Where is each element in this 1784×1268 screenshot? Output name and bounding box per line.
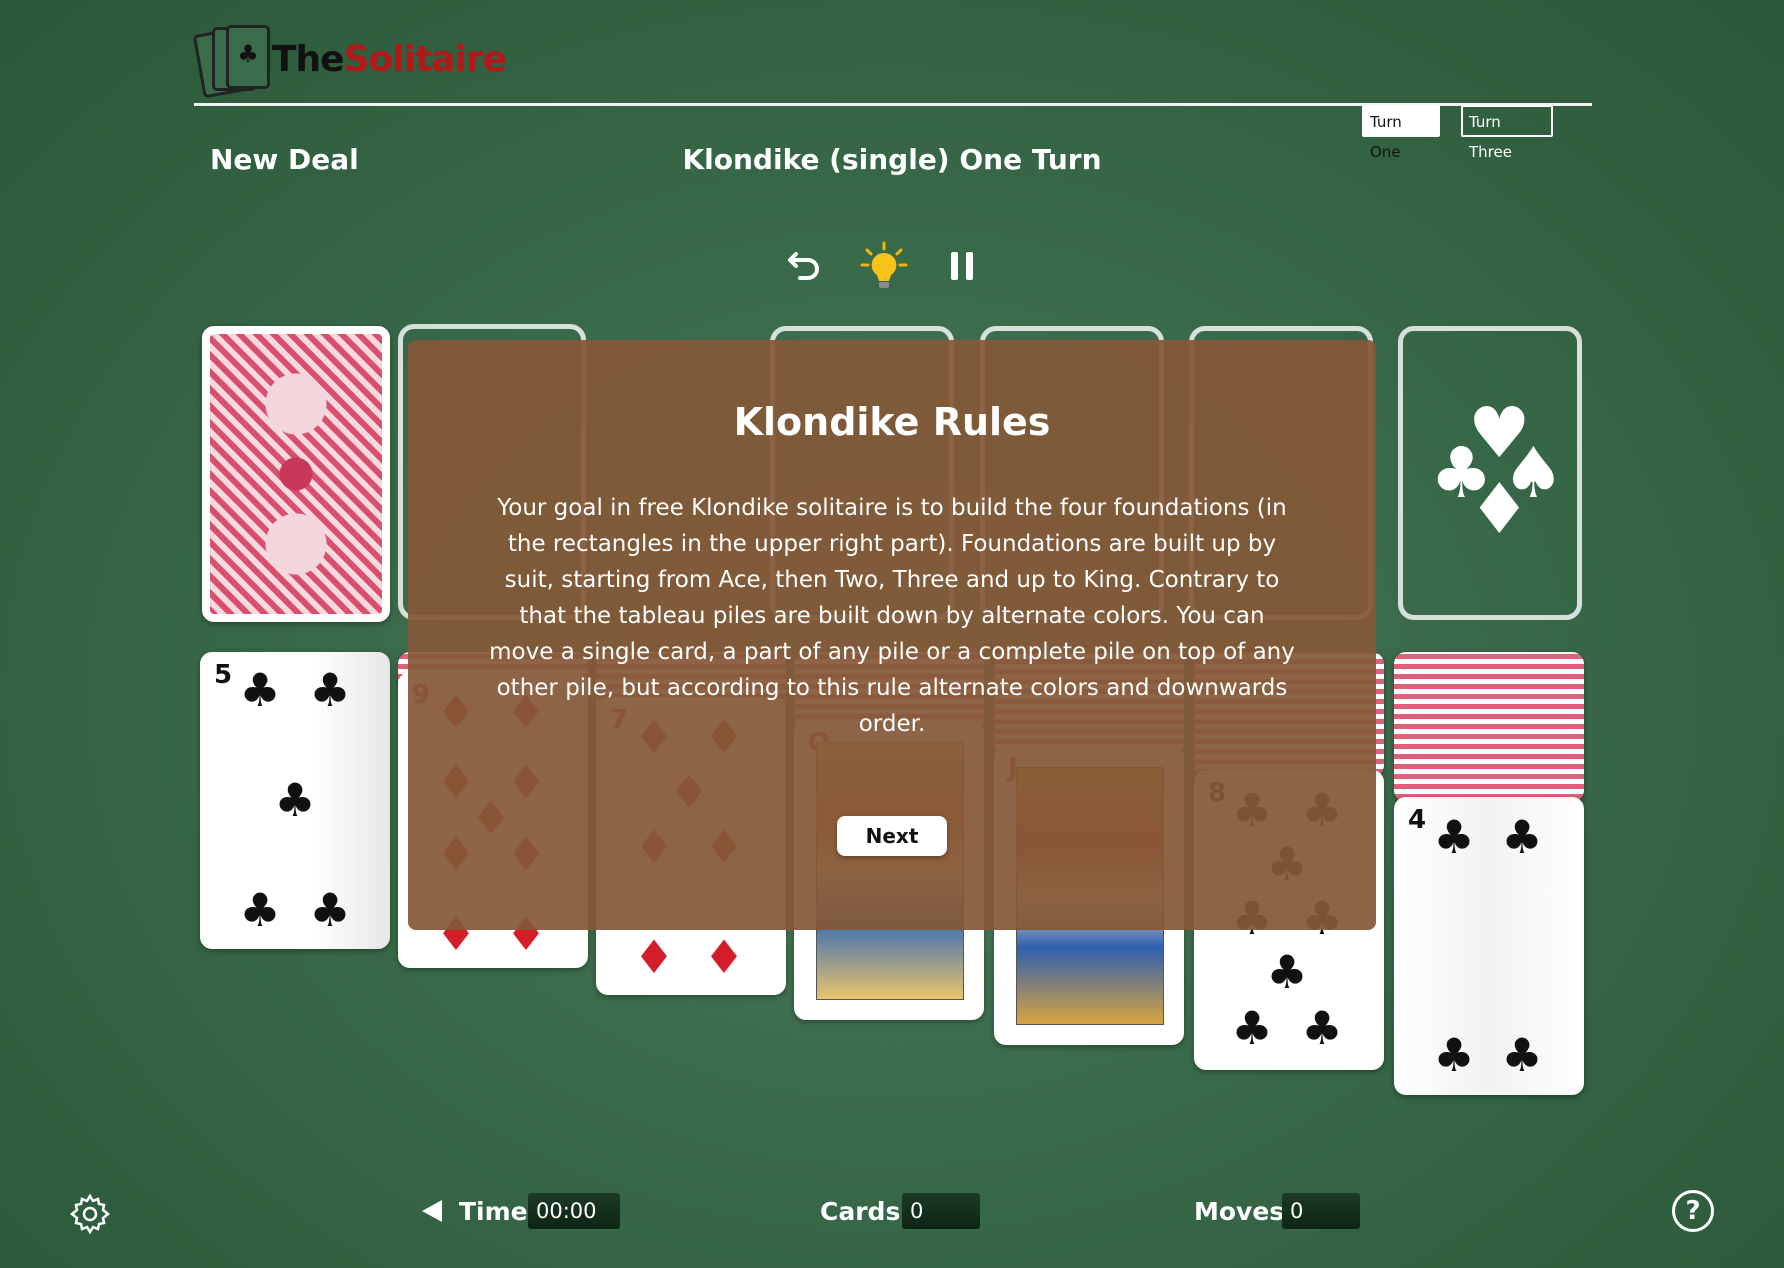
modal-body: Your goal in free Klondike solitaire is …	[489, 495, 1295, 737]
rules-modal: Klondike Rules Your goal in free Klondik…	[408, 340, 1376, 930]
cards-label: Cards:	[820, 1197, 911, 1226]
moves-value: 0	[1282, 1193, 1360, 1229]
lightbulb-icon	[860, 241, 908, 288]
new-deal-button[interactable]: New Deal	[210, 143, 359, 176]
time-value: 00:00	[528, 1193, 620, 1229]
card-rank: 4	[1408, 805, 1427, 835]
pause-button[interactable]	[936, 240, 988, 292]
settings-button[interactable]	[68, 1192, 112, 1236]
cards-value: 0	[902, 1193, 980, 1229]
card-rank: 5	[214, 660, 233, 690]
turn-one-button[interactable]: Turn One	[1362, 105, 1440, 161]
turn-three-button[interactable]: Turn Three	[1461, 105, 1553, 161]
logo-text-solitaire: Solitaire	[343, 38, 507, 80]
tableau-pile-7-card[interactable]: 4 ♣ ♣ ♣ ♣	[1394, 797, 1584, 1095]
help-icon[interactable]: ?	[1672, 1190, 1714, 1232]
logo-text-the: The	[272, 38, 345, 80]
modal-title: Klondike Rules	[733, 400, 1051, 444]
moves-label: Moves:	[1194, 1197, 1295, 1226]
collapse-stats-icon[interactable]	[422, 1200, 442, 1222]
undo-icon	[788, 252, 819, 280]
hint-button[interactable]	[858, 240, 910, 292]
time-label: Time:	[459, 1197, 538, 1226]
logo[interactable]: ♣ TheSolitaire	[192, 24, 507, 99]
foundation-pile-4[interactable]: ♥ ♣ ♠ ♦	[1398, 326, 1582, 620]
pause-icon	[951, 252, 973, 280]
gear-icon	[69, 1193, 111, 1235]
tableau-pile-1-card[interactable]: 5 ♣ ♣ ♣ ♣ ♣	[200, 652, 390, 949]
next-button[interactable]: Next	[837, 816, 947, 856]
undo-button[interactable]	[776, 240, 828, 292]
logo-cards-icon: ♣	[192, 25, 270, 99]
game-title: Klondike (single) One Turn	[682, 143, 1102, 176]
stock-pile[interactable]	[202, 326, 390, 622]
tableau-pile-7-facedown	[1394, 652, 1584, 802]
suits-icon: ♥ ♣ ♠ ♦	[1430, 392, 1565, 550]
